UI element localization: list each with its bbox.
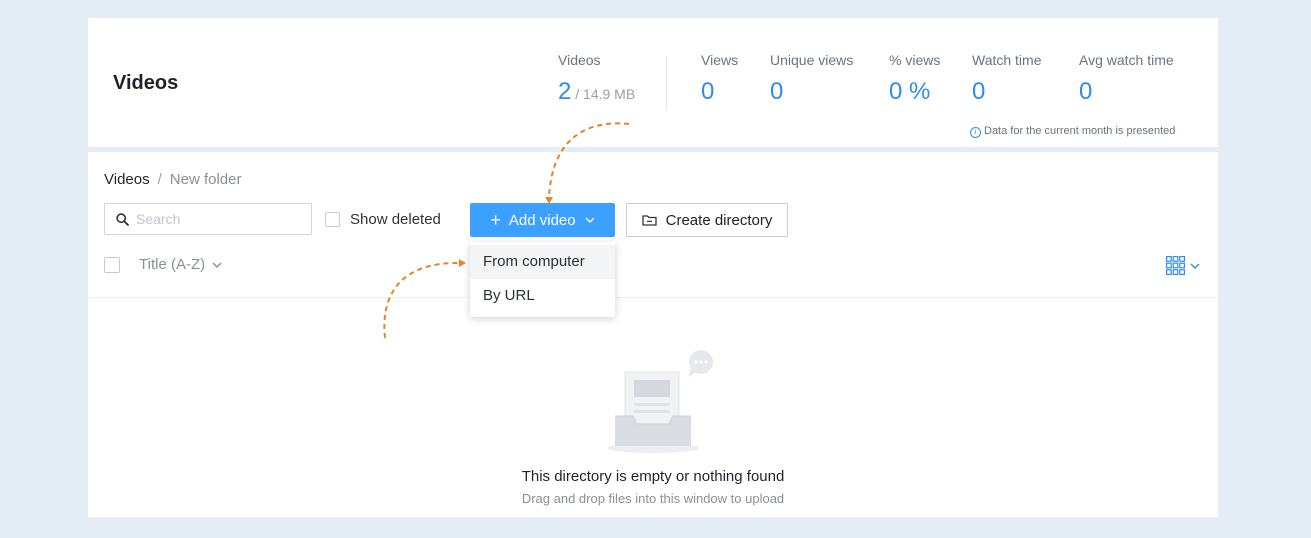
page-title: Videos [113, 72, 179, 94]
stat-label: Videos [558, 52, 601, 68]
create-directory-button[interactable]: Create directory [626, 203, 788, 237]
sort-dropdown-label[interactable]: Title (A-Z) [139, 256, 205, 273]
sort-row: Title (A-Z) [104, 256, 222, 273]
breadcrumb: Videos / New folder [104, 171, 241, 188]
grid-view-icon[interactable] [1166, 256, 1185, 275]
stat-value: 2 / 14.9 MB [558, 78, 635, 106]
breadcrumb-root-link[interactable]: Videos [104, 171, 150, 188]
stat-videos: Videos 2 / 14.9 MB [558, 52, 635, 106]
stats-header: Videos Videos 2 / 14.9 MB Views 0 Unique… [88, 18, 1218, 147]
search-box [104, 203, 312, 235]
stat-value: 0 [1079, 78, 1093, 105]
view-mode-toggle[interactable] [1166, 256, 1200, 275]
search-icon [116, 212, 129, 226]
stat-value: 0 [972, 78, 986, 105]
stat-label: % views [889, 52, 941, 68]
stat-label: Unique views [770, 52, 854, 68]
empty-inbox-illustration [603, 348, 723, 463]
breadcrumb-separator: / [157, 171, 162, 188]
dropdown-item-by-url[interactable]: By URL [470, 279, 615, 313]
show-deleted-toggle[interactable]: Show deleted [325, 211, 441, 228]
stat-label: Views [701, 52, 739, 68]
stat-views: Views 0 [701, 52, 738, 106]
add-video-dropdown: From computer By URL [470, 242, 615, 317]
chevron-down-icon [585, 217, 595, 223]
stat-value: 0 % [889, 78, 931, 105]
stat-videos-count: 2 [558, 78, 572, 105]
plus-icon: + [490, 210, 501, 230]
stat-value: 0 [770, 78, 784, 105]
list-header-divider [88, 297, 1218, 298]
empty-state-subtitle: Drag and drop files into this window to … [521, 491, 785, 506]
stat-avg-watch-time: Avg watch time 0 [1079, 52, 1174, 106]
chevron-down-icon[interactable] [1190, 263, 1200, 269]
dropdown-item-from-computer[interactable]: From computer [470, 245, 615, 279]
stat-watch-time: Watch time 0 [972, 52, 1042, 106]
stats-note: i Data for the current month is presented [970, 125, 1175, 138]
stats-note-text: Data for the current month is presented [984, 125, 1176, 137]
search-input[interactable] [134, 210, 308, 228]
show-deleted-checkbox[interactable] [325, 212, 340, 227]
add-video-label: Add video [508, 211, 576, 229]
content-panel: Videos / New folder Show deleted + Add vid… [88, 152, 1218, 517]
show-deleted-label: Show deleted [350, 211, 441, 228]
select-all-checkbox[interactable] [104, 256, 120, 273]
create-directory-label: Create directory [665, 211, 773, 229]
stat-label: Watch time [972, 52, 1042, 68]
stat-videos-size: / 14.9 MB [571, 86, 636, 102]
add-video-button[interactable]: + Add video [470, 203, 615, 237]
info-icon: i [970, 127, 981, 138]
empty-state-title: This directory is empty or nothing found [521, 468, 785, 485]
stat-value: 0 [701, 78, 715, 105]
stat-label: Avg watch time [1079, 52, 1174, 68]
stat-percent-views: % views 0 % [889, 52, 940, 106]
chevron-down-icon[interactable] [212, 262, 222, 268]
stat-divider [666, 56, 667, 110]
stat-unique-views: Unique views 0 [770, 52, 853, 106]
folder-icon [641, 214, 657, 226]
breadcrumb-current: New folder [169, 171, 242, 188]
